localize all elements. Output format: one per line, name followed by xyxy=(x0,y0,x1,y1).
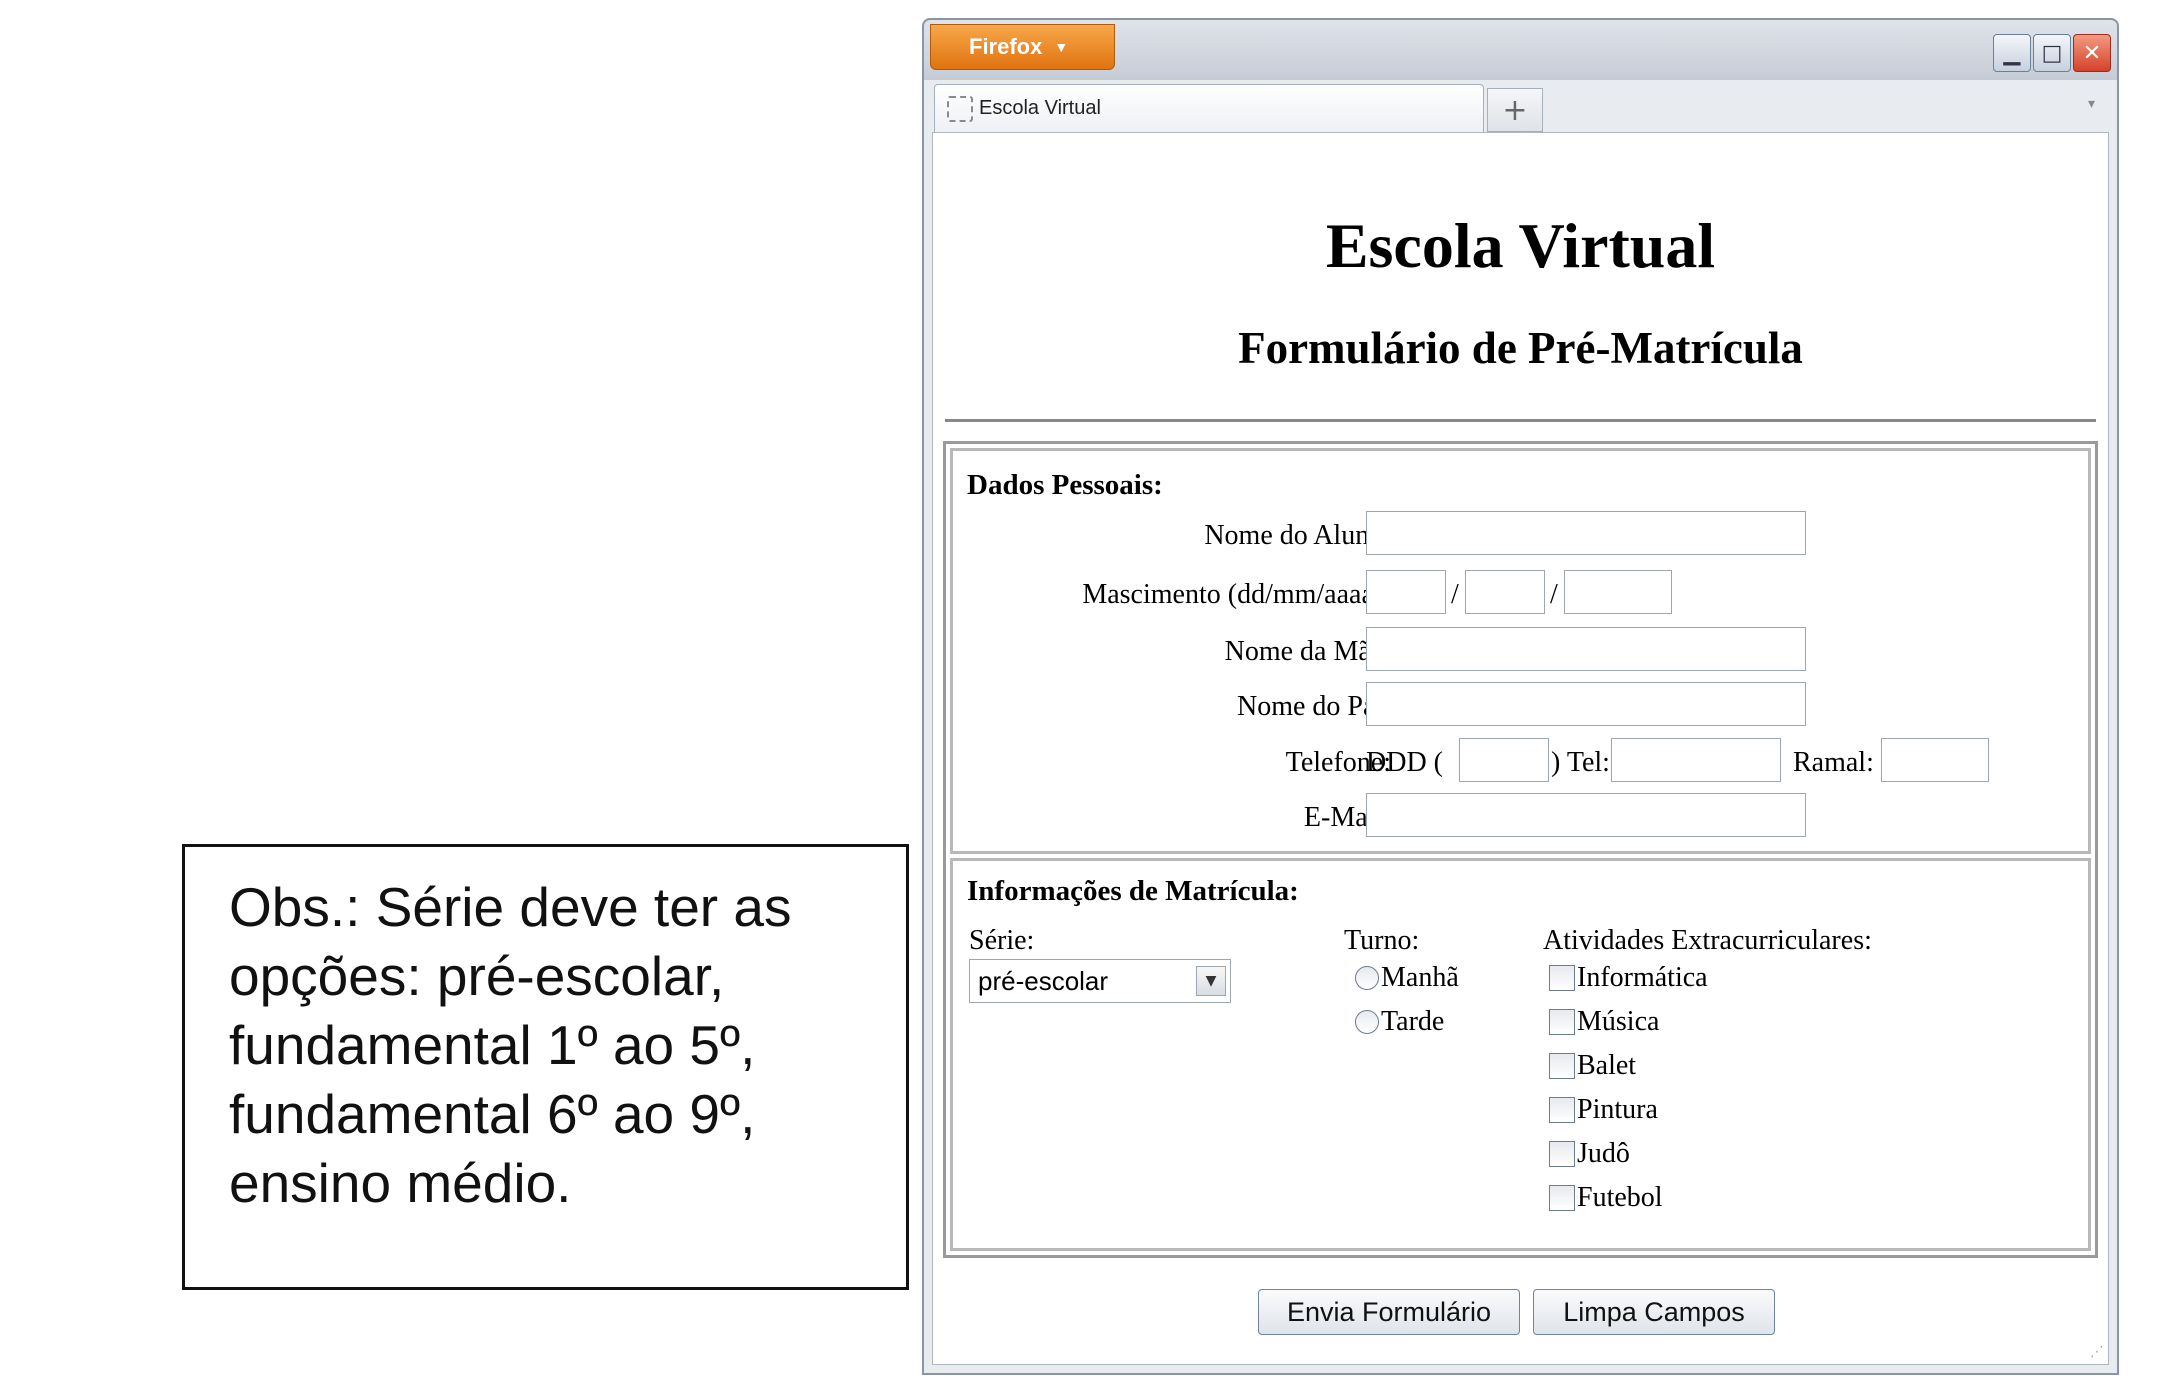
balet-label: Balet xyxy=(1577,1050,1637,1081)
minimize-icon: ▁ xyxy=(2003,40,2021,66)
telefone-input[interactable] xyxy=(1611,738,1781,782)
dados-pessoais-section: Dados Pessoais: Nome do Aluno: Masciment… xyxy=(950,448,2091,854)
firefox-menu-label: Firefox xyxy=(969,34,1043,59)
judo-checkbox[interactable] xyxy=(1549,1141,1575,1167)
turno-tarde-radio[interactable] xyxy=(1355,1010,1379,1034)
turno-manha-radio[interactable] xyxy=(1355,966,1379,990)
turno-label: Turno: xyxy=(1344,925,1420,956)
close-icon: ✕ xyxy=(2082,40,2102,66)
close-button[interactable]: ✕ xyxy=(2073,34,2111,72)
maximize-button[interactable]: □ xyxy=(2033,34,2071,72)
divider xyxy=(945,419,2096,422)
matricula-legend: Informações de Matrícula: xyxy=(967,875,1299,907)
page-content: Escola Virtual Formulário de Pré-Matrícu… xyxy=(932,132,2109,1365)
judo-label: Judô xyxy=(1577,1138,1630,1169)
resize-grip-icon[interactable]: ⋰ xyxy=(2090,1344,2104,1360)
reset-button[interactable]: Limpa Campos xyxy=(1533,1289,1775,1335)
form-fieldset: Dados Pessoais: Nome do Aluno: Masciment… xyxy=(943,441,2098,1258)
serie-label: Série: xyxy=(969,925,1035,956)
note-text: Obs.: Série deve ter as opções: pré-esco… xyxy=(229,873,886,1218)
note-line: ensino médio. xyxy=(229,1152,572,1214)
submit-button[interactable]: Envia Formulário xyxy=(1258,1289,1520,1335)
turno-manha-label: Manhã xyxy=(1381,962,1459,993)
nascimento-mes-input[interactable] xyxy=(1465,570,1545,614)
title-bar: Firefox ▼ ▁ □ ✕ xyxy=(924,20,2117,76)
new-tab-button[interactable]: + xyxy=(1487,88,1543,132)
window-controls: ▁ □ ✕ xyxy=(1993,34,2111,72)
matricula-section: Informações de Matrícula: Série: pré-esc… xyxy=(950,858,2091,1251)
informatica-checkbox[interactable] xyxy=(1549,965,1575,991)
note-box: Obs.: Série deve ter as opções: pré-esco… xyxy=(182,844,909,1290)
tab-bar: Escola Virtual + ▾ xyxy=(924,80,2117,132)
pintura-label: Pintura xyxy=(1577,1094,1658,1125)
turno-tarde-label: Tarde xyxy=(1381,1006,1445,1037)
page-icon xyxy=(947,95,973,122)
nome-mae-input[interactable] xyxy=(1366,627,1806,671)
ramal-input[interactable] xyxy=(1881,738,1989,782)
page-title: Escola Virtual xyxy=(1325,210,1716,281)
date-separator: / xyxy=(1451,579,1459,610)
firefox-menu-button[interactable]: Firefox ▼ xyxy=(930,24,1115,70)
serie-selected-value: pré-escolar xyxy=(978,965,1109,996)
nome-aluno-label: Nome do Aluno: xyxy=(1204,520,1391,551)
futebol-label: Futebol xyxy=(1577,1182,1663,1213)
ddd-input[interactable] xyxy=(1459,738,1549,782)
note-line: Obs.: Série deve ter as xyxy=(229,876,792,938)
dados-pessoais-legend: Dados Pessoais: xyxy=(967,469,1163,501)
tel-prefix: ) Tel: xyxy=(1551,747,1610,778)
chevron-down-icon: ▼ xyxy=(1054,39,1069,55)
browser-window: Firefox ▼ ▁ □ ✕ Escola Virtual + ▾ Escol… xyxy=(922,18,2119,1375)
atividades-label: Atividades Extracurriculares: xyxy=(1543,925,1872,956)
tab-escola-virtual[interactable]: Escola Virtual xyxy=(934,84,1484,132)
email-input[interactable] xyxy=(1366,793,1806,837)
plus-icon: + xyxy=(1502,92,1528,128)
ramal-label: Ramal: xyxy=(1793,747,1874,778)
note-line: fundamental 1º ao 5º, xyxy=(229,1014,756,1076)
futebol-checkbox[interactable] xyxy=(1549,1185,1575,1211)
page-subtitle: Formulário de Pré-Matrícula xyxy=(1238,323,1803,373)
balet-checkbox[interactable] xyxy=(1549,1053,1575,1079)
informatica-label: Informática xyxy=(1577,962,1708,993)
tab-list-dropdown-icon[interactable]: ▾ xyxy=(2088,96,2095,112)
ddd-prefix: DDD ( xyxy=(1366,747,1443,778)
minimize-button[interactable]: ▁ xyxy=(1993,34,2031,72)
note-line: fundamental 6º ao 9º, xyxy=(229,1083,756,1145)
serie-select[interactable]: pré-escolar ▼ xyxy=(969,959,1231,1003)
nascimento-dia-input[interactable] xyxy=(1366,570,1446,614)
nascimento-ano-input[interactable] xyxy=(1564,570,1672,614)
chevron-down-icon: ▼ xyxy=(1196,966,1226,996)
nome-aluno-input[interactable] xyxy=(1366,511,1806,555)
tab-title: Escola Virtual xyxy=(979,97,1101,119)
nascimento-label: Mascimento (dd/mm/aaaa): xyxy=(1082,579,1391,610)
nome-pai-input[interactable] xyxy=(1366,682,1806,726)
note-line: opções: pré-escolar, xyxy=(229,945,725,1007)
musica-checkbox[interactable] xyxy=(1549,1009,1575,1035)
date-separator: / xyxy=(1550,579,1558,610)
maximize-icon: □ xyxy=(2041,40,2063,66)
musica-label: Música xyxy=(1577,1006,1660,1037)
pintura-checkbox[interactable] xyxy=(1549,1097,1575,1123)
